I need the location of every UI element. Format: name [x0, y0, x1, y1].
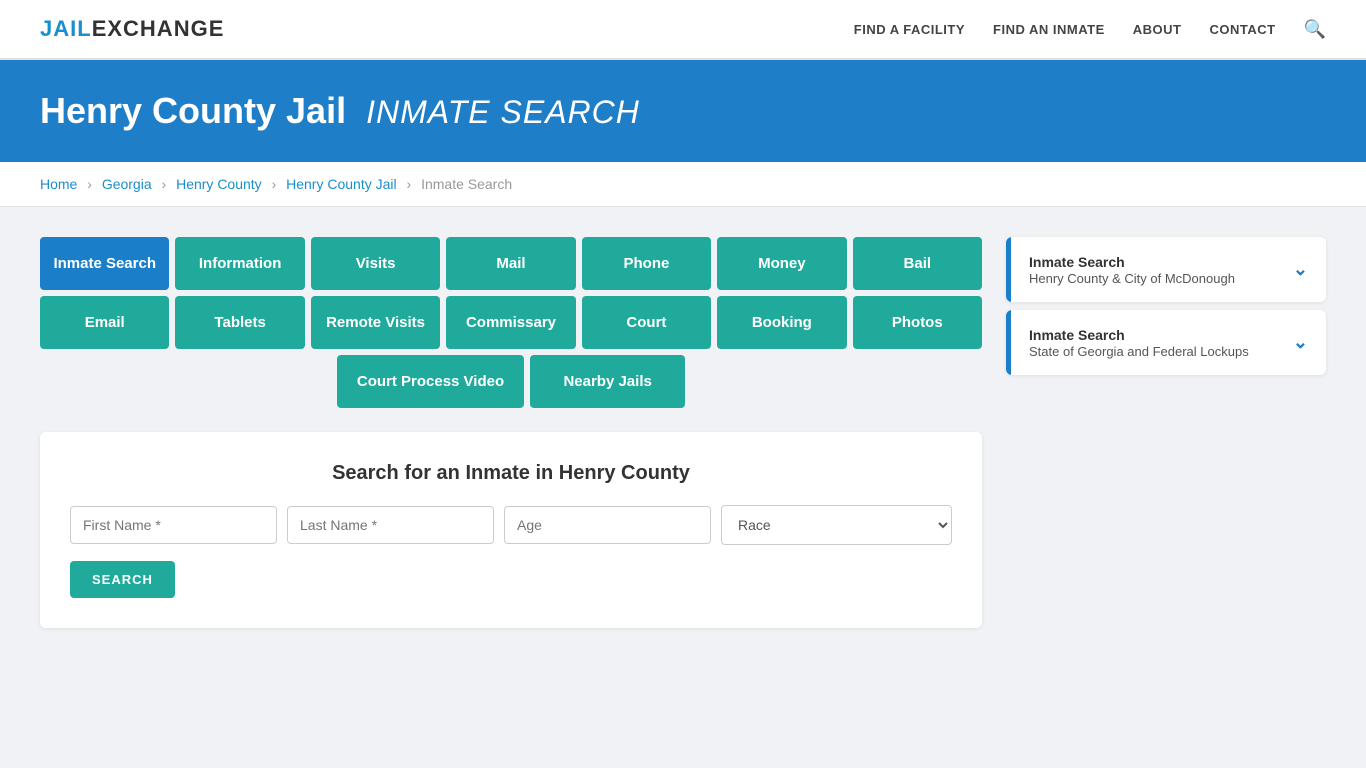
sidebar-card-2: Inmate Search State of Georgia and Feder…	[1006, 310, 1326, 375]
nav-find-facility[interactable]: FIND A FACILITY	[854, 22, 965, 37]
logo-part2: EXCHANGE	[92, 16, 225, 41]
tab-booking[interactable]: Booking	[717, 296, 846, 349]
search-icon[interactable]: 🔍	[1304, 19, 1326, 40]
main-nav: FIND A FACILITY FIND AN INMATE ABOUT CON…	[854, 19, 1326, 40]
sidebar-card-2-text: Inmate Search State of Georgia and Feder…	[1029, 326, 1249, 359]
search-fields: Race White Black Hispanic Asian Other	[70, 505, 952, 545]
nav-contact[interactable]: CONTACT	[1209, 22, 1275, 37]
chevron-down-icon-2: ⌄	[1293, 332, 1308, 353]
hero-title-italic: INMATE SEARCH	[366, 94, 640, 130]
tab-money[interactable]: Money	[717, 237, 846, 290]
breadcrumb-sep-4: ›	[407, 176, 412, 192]
breadcrumb: Home › Georgia › Henry County › Henry Co…	[0, 162, 1366, 207]
sidebar-card-1: Inmate Search Henry County & City of McD…	[1006, 237, 1326, 302]
tab-bail[interactable]: Bail	[853, 237, 982, 290]
hero-title-bold: Henry County Jail	[40, 90, 346, 131]
nav-about[interactable]: ABOUT	[1133, 22, 1182, 37]
age-input[interactable]	[504, 506, 711, 544]
logo-part1: JAIL	[40, 16, 92, 41]
breadcrumb-georgia[interactable]: Georgia	[102, 176, 152, 192]
race-select[interactable]: Race White Black Hispanic Asian Other	[721, 505, 952, 545]
tab-commissary[interactable]: Commissary	[446, 296, 575, 349]
hero-title: Henry County Jail INMATE SEARCH	[40, 90, 1326, 132]
tab-photos[interactable]: Photos	[853, 296, 982, 349]
tab-inmate-search[interactable]: Inmate Search	[40, 237, 169, 290]
tab-remote-visits[interactable]: Remote Visits	[311, 296, 440, 349]
breadcrumb-sep-2: ›	[162, 176, 167, 192]
sidebar: Inmate Search Henry County & City of McD…	[1006, 237, 1326, 628]
sidebar-card-1-text: Inmate Search Henry County & City of McD…	[1029, 253, 1235, 286]
tab-email[interactable]: Email	[40, 296, 169, 349]
content-area: Inmate Search Information Visits Mail Ph…	[40, 237, 982, 628]
breadcrumb-henry-county-jail[interactable]: Henry County Jail	[286, 176, 397, 192]
sidebar-card-1-header[interactable]: Inmate Search Henry County & City of McD…	[1006, 237, 1326, 302]
nav-find-inmate[interactable]: FIND AN INMATE	[993, 22, 1105, 37]
breadcrumb-sep-1: ›	[87, 176, 92, 192]
breadcrumb-home[interactable]: Home	[40, 176, 77, 192]
tabs-row-1: Inmate Search Information Visits Mail Ph…	[40, 237, 982, 290]
breadcrumb-henry-county[interactable]: Henry County	[176, 176, 262, 192]
first-name-input[interactable]	[70, 506, 277, 544]
logo[interactable]: JAILEXCHANGE	[40, 16, 224, 42]
sidebar-card-2-subtitle: State of Georgia and Federal Lockups	[1029, 344, 1249, 359]
breadcrumb-current: Inmate Search	[421, 176, 512, 192]
sidebar-card-2-title: Inmate Search	[1029, 326, 1249, 344]
header: JAILEXCHANGE FIND A FACILITY FIND AN INM…	[0, 0, 1366, 60]
tab-tablets[interactable]: Tablets	[175, 296, 304, 349]
hero-section: Henry County Jail INMATE SEARCH	[0, 60, 1366, 162]
last-name-input[interactable]	[287, 506, 494, 544]
tab-nearby-jails[interactable]: Nearby Jails	[530, 355, 685, 408]
tab-court[interactable]: Court	[582, 296, 711, 349]
tabs-row-3: Court Process Video Nearby Jails	[40, 355, 982, 408]
tab-phone[interactable]: Phone	[582, 237, 711, 290]
tabs-row-2: Email Tablets Remote Visits Commissary C…	[40, 296, 982, 349]
tab-visits[interactable]: Visits	[311, 237, 440, 290]
sidebar-card-2-header[interactable]: Inmate Search State of Georgia and Feder…	[1006, 310, 1326, 375]
tab-information[interactable]: Information	[175, 237, 304, 290]
main-content: Inmate Search Information Visits Mail Ph…	[0, 207, 1366, 658]
tab-mail[interactable]: Mail	[446, 237, 575, 290]
breadcrumb-sep-3: ›	[272, 176, 277, 192]
chevron-down-icon-1: ⌄	[1293, 259, 1308, 280]
sidebar-card-1-subtitle: Henry County & City of McDonough	[1029, 271, 1235, 286]
tab-court-process-video[interactable]: Court Process Video	[337, 355, 524, 408]
search-title: Search for an Inmate in Henry County	[70, 462, 952, 485]
search-box: Search for an Inmate in Henry County Rac…	[40, 432, 982, 628]
search-button[interactable]: SEARCH	[70, 561, 175, 598]
sidebar-card-1-title: Inmate Search	[1029, 253, 1235, 271]
